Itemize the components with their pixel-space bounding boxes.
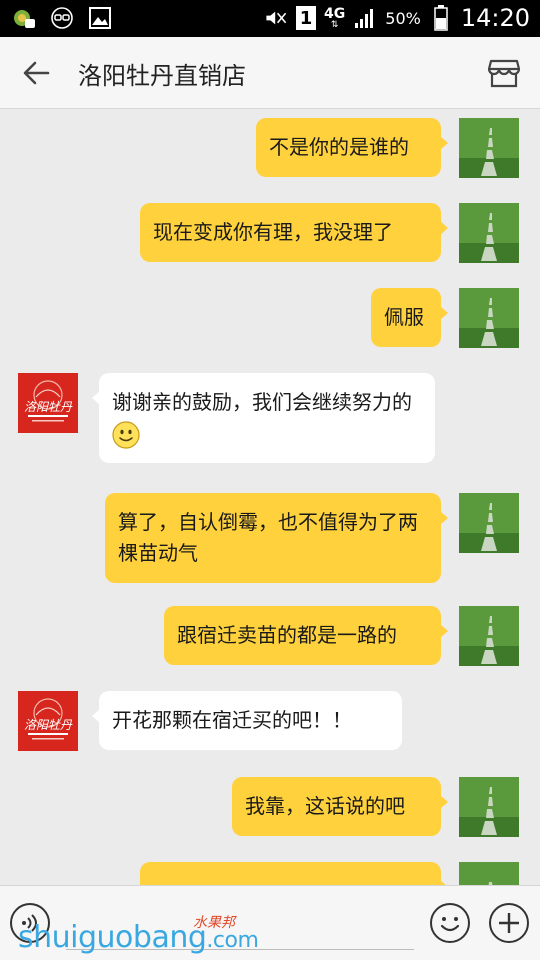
outgoing-message[interactable]: 佩服 — [371, 288, 448, 347]
avatar[interactable]: 洛阳牡丹 — [18, 373, 78, 433]
chat-header: 洛阳牡丹直销店 — [0, 37, 540, 109]
svg-text:洛阳牡丹: 洛阳牡丹 — [24, 400, 73, 414]
store-icon[interactable] — [486, 55, 522, 91]
outgoing-message[interactable]: 算了，自认倒霉，也不值得为了两棵苗动气 — [105, 493, 448, 583]
smile-emoji-icon — [112, 420, 140, 449]
message-list: 不是你的是谁的 现在变成你有理，我没理了 佩服 洛阳牡丹 谢谢亲的鼓励，我们会继… — [0, 110, 540, 885]
outgoing-message[interactable]: 跟宿迁卖苗的都是一路的 — [164, 606, 448, 665]
avatar[interactable] — [459, 203, 519, 263]
avatar[interactable] — [459, 862, 519, 885]
battery-percent: 50% — [385, 8, 421, 28]
clock: 14:20 — [460, 4, 530, 32]
avatar[interactable] — [459, 493, 519, 553]
vr-glasses-icon — [50, 6, 74, 30]
avatar[interactable] — [459, 118, 519, 178]
network-type: 4G ⇅ — [324, 5, 346, 30]
sim-slot-indicator: 1 — [296, 6, 317, 30]
avatar[interactable]: 洛阳牡丹 — [18, 691, 78, 751]
outgoing-message[interactable]: 现在变成你有理，我没理了 — [140, 203, 448, 262]
outgoing-message[interactable] — [140, 862, 448, 885]
arrow-left-icon[interactable] — [18, 55, 54, 91]
status-bar: 1 4G ⇅ 50% 14:20 — [0, 0, 540, 37]
game-notification-icon — [12, 6, 36, 30]
outgoing-message[interactable]: 我靠，这话说的吧 — [232, 777, 448, 836]
page-title: 洛阳牡丹直销店 — [78, 62, 246, 90]
incoming-message[interactable]: 谢谢亲的鼓励，我们会继续努力的 — [92, 373, 435, 463]
svg-text:洛阳牡丹: 洛阳牡丹 — [24, 718, 73, 732]
signal-icon — [353, 6, 377, 30]
watermark-logo: 水果邦 — [193, 915, 235, 931]
mute-icon — [264, 6, 288, 30]
battery-icon — [429, 5, 453, 31]
avatar[interactable] — [459, 777, 519, 837]
plus-icon[interactable] — [489, 903, 529, 943]
avatar[interactable] — [459, 288, 519, 348]
emoji-icon[interactable] — [430, 903, 470, 943]
outgoing-message[interactable]: 不是你的是谁的 — [256, 118, 448, 177]
image-icon — [88, 6, 112, 30]
incoming-message[interactable]: 开花那颗在宿迁买的吧！！ — [92, 691, 402, 750]
avatar[interactable] — [459, 606, 519, 666]
